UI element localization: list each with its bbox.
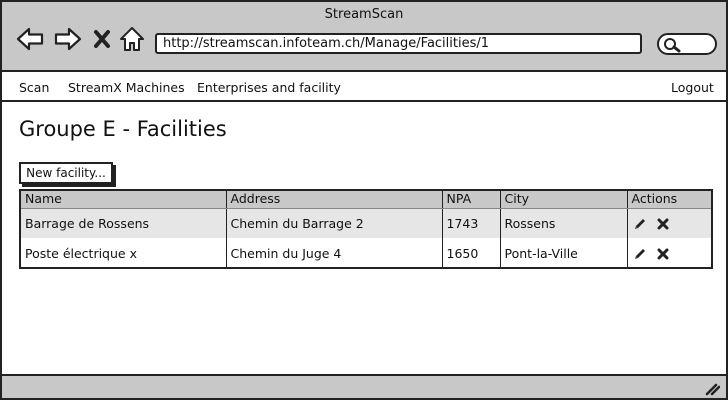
home-icon[interactable] bbox=[119, 26, 145, 52]
delete-icon[interactable] bbox=[657, 218, 669, 230]
forward-arrow-icon[interactable] bbox=[54, 26, 82, 52]
cell-address: Chemin du Juge 4 bbox=[225, 238, 442, 268]
window-title: StreamScan bbox=[324, 7, 404, 22]
browser-chrome: StreamScan http://streamscan.infoteam.ch… bbox=[2, 2, 726, 72]
cell-address: Chemin du Barrage 2 bbox=[225, 208, 442, 238]
cell-actions bbox=[626, 238, 711, 268]
column-header-name[interactable]: Name bbox=[21, 191, 226, 209]
cell-npa: 1650 bbox=[441, 238, 500, 268]
pencil-icon[interactable] bbox=[633, 217, 647, 231]
back-arrow-icon[interactable] bbox=[16, 26, 44, 52]
menu-bar: Scan StreamX Machines Enterprises and fa… bbox=[2, 74, 726, 102]
cell-npa: 1743 bbox=[441, 208, 500, 238]
cell-city: Rossens bbox=[499, 208, 627, 238]
menu-item-streamx-machines[interactable]: StreamX Machines bbox=[68, 80, 185, 95]
page-title: Groupe E - Facilities bbox=[19, 117, 227, 141]
browser-window: StreamScan http://streamscan.infoteam.ch… bbox=[0, 0, 728, 400]
close-icon[interactable] bbox=[92, 26, 112, 52]
delete-icon[interactable] bbox=[657, 248, 669, 260]
logout-link[interactable]: Logout bbox=[671, 80, 714, 95]
column-header-npa[interactable]: NPA bbox=[441, 191, 500, 209]
browser-search-input[interactable] bbox=[657, 33, 717, 55]
status-bar bbox=[2, 374, 726, 398]
cell-name: Poste électrique x bbox=[25, 245, 137, 261]
pencil-icon[interactable] bbox=[633, 247, 647, 261]
resize-grip-icon[interactable] bbox=[704, 381, 721, 400]
new-facility-button[interactable]: New facility... bbox=[19, 162, 113, 184]
cell-actions bbox=[626, 208, 711, 238]
address-bar[interactable]: http://streamscan.infoteam.ch/Manage/Fac… bbox=[155, 33, 642, 54]
search-icon bbox=[664, 38, 681, 53]
table-row[interactable]: Barrage de Rossens Chemin du Barrage 2 1… bbox=[21, 208, 711, 238]
table-row[interactable]: Poste électrique x Chemin du Juge 4 1650… bbox=[21, 238, 711, 268]
column-header-address[interactable]: Address bbox=[225, 191, 442, 209]
menu-item-scan[interactable]: Scan bbox=[19, 80, 49, 95]
menu-item-enterprises[interactable]: Enterprises and facility bbox=[197, 80, 341, 95]
cell-name: Barrage de Rossens bbox=[21, 208, 226, 238]
cell-city: Pont-la-Ville bbox=[499, 238, 627, 268]
facilities-table: Name Address NPA City Actions Barrage de… bbox=[19, 189, 713, 269]
table-header-row: Name Address NPA City Actions bbox=[21, 191, 711, 209]
column-header-city[interactable]: City bbox=[499, 191, 627, 209]
column-header-actions: Actions bbox=[626, 191, 711, 209]
